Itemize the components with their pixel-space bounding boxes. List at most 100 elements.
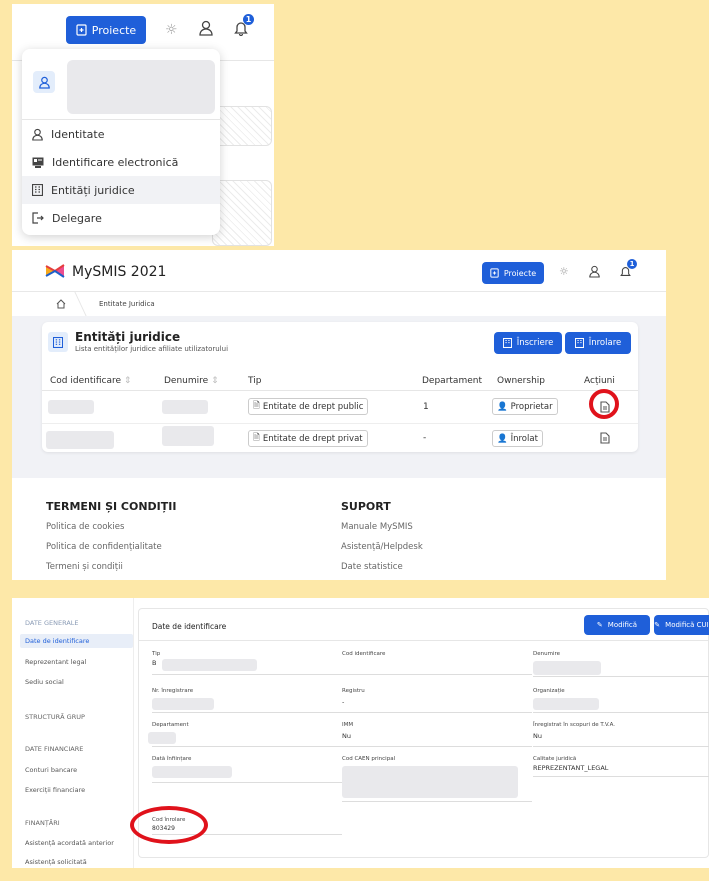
field-underline (152, 674, 342, 675)
sun-icon[interactable]: ☼ (559, 265, 569, 278)
user-icon[interactable] (589, 265, 600, 278)
table-row: 🗎 Entitate de drept privat - 👤 Înrolat (42, 424, 638, 452)
field-label-tva: Înregistrat în scopuri de T.V.A. (533, 722, 616, 728)
view-details-icon[interactable] (600, 432, 610, 444)
app-title: MySMIS 2021 (72, 264, 167, 280)
sidebar-heading: DATE FINANCIARE (25, 745, 84, 753)
footer-link[interactable]: Termeni și condiții (46, 562, 123, 572)
breadcrumb-separator (74, 292, 87, 316)
field-underline (533, 676, 709, 677)
denumire-placeholder (533, 661, 601, 675)
column-label: Cod identificare (50, 376, 122, 386)
entity-type-chip: 🗎 Entitate de drept public (248, 398, 369, 415)
modifica-button[interactable]: ✎ Modifică (584, 615, 650, 635)
denumire-placeholder (162, 426, 214, 446)
user-icon: 👤 (497, 433, 508, 444)
user-avatar (33, 71, 55, 93)
ownership-chip: 👤 Proprietar (492, 398, 558, 415)
sidebar-item-date-identificare[interactable]: Date de identificare (25, 637, 89, 645)
footer-right-title: SUPORT (341, 500, 391, 513)
column-label: Denumire (164, 376, 209, 386)
building-icon (574, 338, 584, 348)
field-underline (342, 674, 532, 675)
panel-legal-entities: MySMIS 2021 Proiecte ☼ 1 Entitate Juridi… (12, 250, 666, 580)
sidebar-item-reprezentant[interactable]: Reprezentant legal (25, 658, 86, 666)
departament-value: 1 (423, 402, 429, 412)
inrolare-label: Înrolare (588, 338, 622, 348)
field-label-tip: Tip (152, 651, 161, 657)
sort-icon: ⇕ (211, 376, 219, 386)
cod-caen-placeholder (342, 766, 518, 798)
field-label-imm: IMM (342, 722, 354, 728)
projects-label: Proiecte (91, 23, 137, 37)
footer-link[interactable]: Date statistice (341, 562, 403, 572)
ownership-chip: 👤 Înrolat (492, 430, 543, 447)
field-underline (152, 712, 342, 713)
field-label-organizatie: Organizație (533, 688, 565, 694)
column-header-denumire[interactable]: Denumire ⇕ (164, 376, 219, 386)
menu-item-delegare[interactable]: Delegare (22, 204, 220, 232)
denumire-placeholder (162, 400, 208, 414)
footer-left-title: TERMENI ȘI CONDIȚII (46, 500, 177, 513)
id-card-icon (32, 157, 44, 168)
home-icon[interactable] (56, 299, 66, 309)
building-icon (32, 184, 43, 196)
projects-button[interactable]: Proiecte (482, 262, 544, 284)
projects-button[interactable]: Proiecte (66, 16, 146, 44)
user-dropdown-menu: Identitate Identificare electronică Enti… (22, 49, 220, 235)
notification-badge: 1 (627, 259, 637, 269)
footer-link[interactable]: Manuale MySMIS (341, 522, 413, 532)
menu-item-entitati-juridice[interactable]: Entități juridice (22, 176, 220, 204)
column-header-cod[interactable]: Cod identificare ⇕ (50, 376, 131, 386)
menu-item-identificare-electronica[interactable]: Identificare electronică (22, 148, 220, 176)
sort-icon: ⇕ (123, 376, 132, 386)
column-header-ownership: Ownership (497, 376, 545, 386)
field-label-denumire: Denumire (533, 651, 561, 657)
footer-link[interactable]: Politica de confidențialitate (46, 542, 162, 552)
breadcrumb-current: Entitate Juridica (99, 300, 155, 308)
field-value-imm: Nu (342, 732, 351, 740)
user-icon[interactable] (199, 20, 213, 36)
sidebar-item-asistenta-anterior[interactable]: Asistență acordată anterior (25, 839, 114, 847)
inscriere-button[interactable]: Înscriere (494, 332, 562, 354)
menu-item-identitate[interactable]: Identitate (22, 120, 220, 148)
tip-placeholder (162, 659, 257, 671)
sidebar-item-conturi[interactable]: Conturi bancare (25, 766, 77, 774)
entity-type-chip: 🗎 Entitate de drept privat (248, 430, 368, 447)
sidebar-heading: FINANȚĂRI (25, 819, 60, 827)
document-icon: 🗎 (253, 400, 260, 411)
footer-link[interactable]: Asistență/Helpdesk (341, 542, 423, 552)
ownership-label: Înrolat (510, 433, 538, 444)
table-row: 🗎 Entitate de drept public 1 👤 Proprietar (42, 391, 638, 423)
footer-link[interactable]: Politica de cookies (46, 522, 124, 532)
sidebar-item-exercitii[interactable]: Exerciții financiare (25, 786, 85, 794)
menu-item-label: Delegare (52, 211, 102, 225)
inrolare-button[interactable]: Înrolare (565, 332, 631, 354)
entity-type-label: Entitate de drept privat (262, 433, 363, 444)
departament-value: - (423, 433, 427, 443)
background-card (212, 180, 272, 246)
field-underline (342, 712, 532, 713)
highlight-circle (589, 389, 619, 419)
notification-badge: 1 (243, 14, 254, 25)
field-label-departament: Departament (152, 722, 189, 728)
field-label-data-infiintare: Dată înființare (152, 756, 192, 762)
sidebar-item-sediu[interactable]: Sediu social (25, 678, 64, 686)
page-icon (48, 332, 68, 352)
sidebar-item-asistenta-solicitata[interactable]: Asistență solicitată (25, 858, 87, 866)
page-subtitle: Lista entităților juridice afiliate util… (75, 345, 229, 353)
field-underline (342, 801, 532, 802)
file-plus-icon (76, 24, 87, 36)
field-value-tva: Nu (533, 732, 542, 740)
section-title: Date de identificare (152, 622, 227, 631)
modifica-cui-button[interactable]: ✎ Modifică CUI (654, 615, 709, 635)
inscriere-label: Înscriere (516, 338, 554, 348)
app-logo (44, 260, 66, 284)
sun-icon[interactable]: ☼ (165, 22, 178, 38)
highlight-circle (130, 806, 208, 844)
data-infiintare-placeholder (152, 766, 232, 778)
user-name-placeholder (67, 60, 215, 114)
breadcrumb: Entitate Juridica (12, 292, 666, 316)
modifica-cui-label: Modifică CUI (665, 621, 709, 629)
column-header-actiuni: Acțiuni (584, 376, 615, 386)
